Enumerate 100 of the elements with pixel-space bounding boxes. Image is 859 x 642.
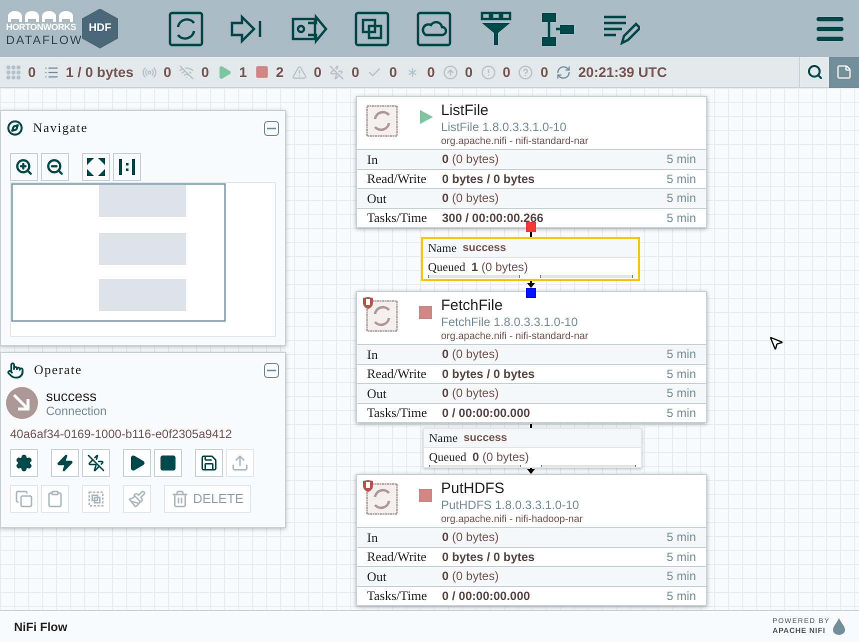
status-value: 0 — [502, 62, 510, 82]
bolt-off-icon — [329, 64, 344, 80]
stat-label: Out — [367, 384, 388, 402]
status-value: 0 — [427, 62, 435, 82]
stat-label: In — [367, 528, 379, 546]
note-icon — [836, 64, 852, 80]
processor-bundle: org.apache.nifi - nifi-standard-nar — [441, 330, 588, 343]
copy-icon — [15, 490, 33, 508]
warning-icon — [292, 64, 307, 80]
stat-value: 300 / 00:00:00.266 — [442, 210, 544, 227]
brand-name: HORTONWORKS — [6, 22, 78, 33]
cursor-icon — [768, 334, 784, 352]
zoom-in-button[interactable] — [10, 153, 38, 181]
status-value: 0 — [540, 62, 548, 82]
play-icon — [128, 454, 146, 472]
stat-label: Read/Write — [367, 548, 428, 566]
processor-icon — [366, 483, 398, 515]
status-value: 0 — [464, 62, 473, 82]
enable-button[interactable] — [51, 449, 79, 477]
search-icon — [806, 64, 822, 80]
question-icon — [518, 64, 534, 80]
stat-label: In — [367, 150, 379, 168]
processor-type: FetchFile 1.8.0.3.3.1.0-10 — [441, 315, 579, 330]
transmit-icon — [142, 64, 156, 80]
queued-value: 1 (0 bytes) — [471, 258, 528, 276]
panel-title: Operate — [34, 361, 82, 380]
bolt-icon — [56, 454, 74, 472]
stop-icon — [254, 65, 269, 79]
create-template-button[interactable] — [195, 449, 223, 477]
stat-label: Tasks/Time — [367, 587, 428, 605]
stat-value: 0 / 00:00:00.000 — [442, 588, 532, 605]
stat-window: 5 min — [666, 208, 696, 227]
stat-value: 0 / 00:00:00.000 — [442, 404, 532, 422]
stat-window: 5 min — [666, 586, 696, 605]
compass-icon — [7, 120, 23, 136]
actual-size-icon — [118, 158, 136, 176]
collapse-icon[interactable] — [264, 120, 279, 136]
stat-value: 0 (0 bytes) — [442, 385, 500, 402]
processor-card[interactable]: FetchFile FetchFile 1.8.0.3.3.1.0-10 org.apache.nifi - nifi-standard-nar In 0 (0 bytes) 5 min Read/Write 0 bytes / 0 bytes 5 min Out 0 (0 bytes) 5 min Tasks/Time 0 / 00:00:00.000 5 min — [356, 291, 707, 423]
fit-button[interactable] — [82, 153, 110, 181]
connection-field-label: Queued — [429, 448, 466, 466]
start-button[interactable] — [123, 449, 151, 477]
zoom-out-button[interactable] — [41, 153, 69, 181]
stop-button[interactable] — [154, 449, 182, 477]
processor-bundle: org.apache.nifi - nifi-standard-nar — [441, 135, 588, 148]
processor-name: FetchFile — [441, 297, 504, 315]
stat-value: 0 bytes / 0 bytes — [442, 170, 536, 188]
elephant-logo-icon — [6, 10, 76, 22]
list-icon — [44, 64, 59, 80]
connector-arrow[interactable] — [527, 281, 535, 288]
actual-size-button[interactable] — [113, 153, 141, 181]
status-value: 20:21:39 UTC — [578, 62, 667, 82]
status-value: 0 — [164, 62, 172, 82]
connection-label[interactable]: Name success Queued 1 (0 bytes) — [421, 237, 640, 281]
processor-name: PutHDFS — [441, 480, 506, 498]
configure-button[interactable] — [10, 449, 38, 477]
drop-logo-icon — [833, 618, 845, 635]
stat-value: 0 bytes / 0 bytes — [442, 366, 536, 383]
connection-name: success — [462, 240, 506, 256]
stat-label: Tasks/Time — [367, 404, 428, 422]
collapse-icon[interactable] — [264, 362, 279, 378]
processor-icon — [366, 300, 398, 332]
disable-button[interactable] — [82, 449, 110, 477]
stat-value: 0 (0 bytes) — [442, 151, 500, 168]
stop-icon — [159, 454, 177, 472]
stat-value: 0 (0 bytes) — [442, 568, 500, 586]
connection-label[interactable]: Name success Queued 0 (0 bytes) — [423, 428, 642, 468]
stat-window: 5 min — [666, 548, 696, 566]
stat-window: 5 min — [666, 384, 696, 402]
connection-field-label: Name — [429, 430, 458, 447]
bolt-off-icon — [87, 454, 105, 472]
processor-bundle: org.apache.nifi - nifi-hadoop-nar — [441, 513, 583, 526]
save-icon — [200, 454, 218, 472]
status-value: 0 — [28, 62, 36, 82]
connector-arrow[interactable] — [527, 468, 535, 474]
stat-window: 5 min — [666, 170, 696, 188]
stat-window: 5 min — [666, 189, 696, 208]
stat-window: 5 min — [666, 528, 696, 546]
stat-value: 0 (0 bytes) — [442, 346, 500, 364]
alert-icon — [480, 64, 496, 80]
breadcrumb-link[interactable]: NiFi Flow — [14, 618, 68, 636]
status-value: 1 — [239, 62, 247, 82]
status-value: 0 — [351, 62, 360, 82]
stat-value: 0 bytes / 0 bytes — [442, 548, 536, 566]
status-value: 2 — [276, 62, 284, 82]
connection-field-label: Queued — [428, 258, 466, 276]
status-value: 1 / 0 bytes — [66, 62, 134, 82]
stat-label: Read/Write — [367, 170, 428, 188]
paintbrush-icon — [128, 490, 146, 508]
zoom-out-icon — [46, 158, 64, 176]
processor-card[interactable]: ListFile ListFile 1.8.0.3.3.1.0-10 org.apache.nifi - nifi-standard-nar In 0 (0 bytes) 5 min Read/Write 0 bytes / 0 bytes 5 min Out 0 (0 bytes) 5 min Tasks/Time 300 / 00:00:00.266 5 min — [356, 96, 707, 228]
selection-id: 40a6af34-0169-1000-b116-e0f2305a9412 — [9, 426, 233, 443]
refresh-icon[interactable] — [556, 64, 572, 80]
processor-card[interactable]: PutHDFS PutHDFS 1.8.0.3.3.1.0-10 org.apache.nifi - nifi-hadoop-nar In 0 (0 bytes) 5 min Read/Write 0 bytes / 0 bytes 5 min Out 0 (0 bytes) 5 min Tasks/Time 0 / 00:00:00.000 5 min — [356, 474, 707, 606]
stat-value: 0 (0 bytes) — [442, 529, 500, 546]
status-value: 0 — [389, 62, 398, 82]
clipboard-icon — [46, 490, 64, 508]
group-icon — [87, 490, 105, 508]
no-transmit-icon — [179, 64, 194, 80]
hand-icon — [7, 362, 24, 378]
